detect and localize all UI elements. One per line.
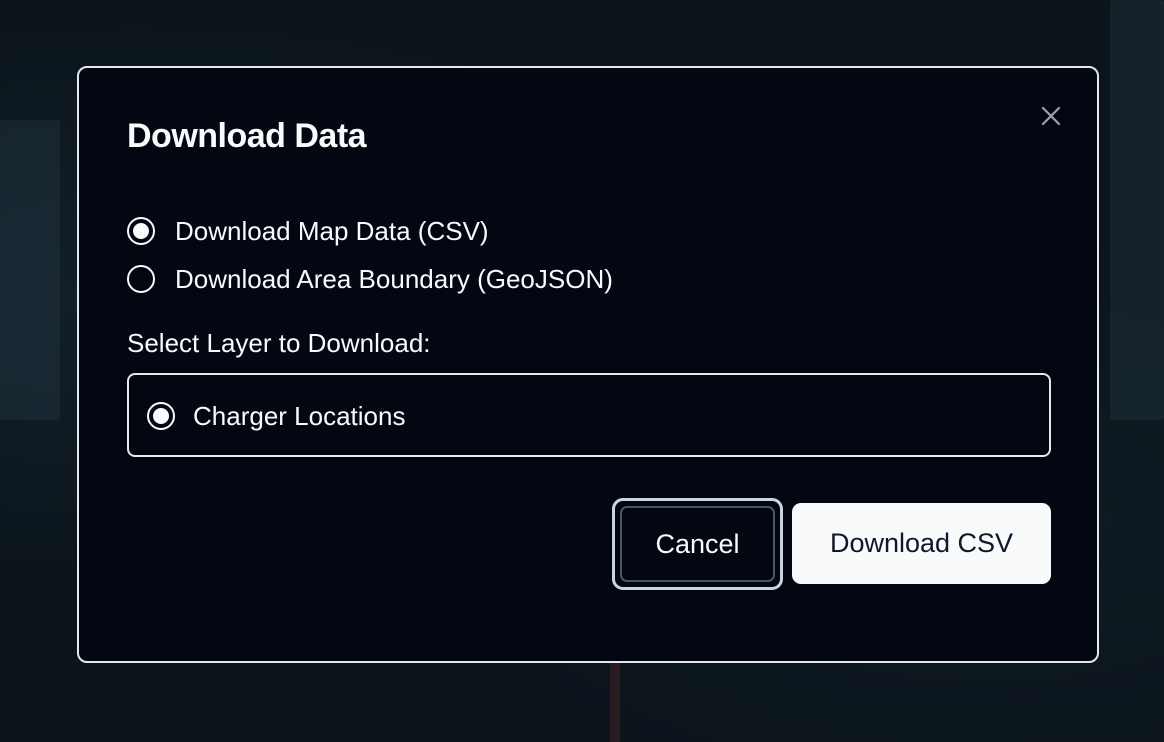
layer-option-label: Charger Locations xyxy=(193,401,406,431)
close-icon xyxy=(1041,106,1061,126)
backdrop-route-line xyxy=(610,660,620,742)
download-data-dialog: Download Data Download Map Data (CSV) Do… xyxy=(77,66,1099,663)
cancel-button-label: Cancel xyxy=(620,506,775,582)
backdrop-panel xyxy=(1110,0,1164,420)
radio-unselected-icon[interactable] xyxy=(127,265,155,293)
format-option-csv[interactable]: Download Map Data (CSV) xyxy=(127,216,489,246)
download-csv-button[interactable]: Download CSV xyxy=(792,503,1051,584)
close-button[interactable] xyxy=(1039,104,1063,128)
dialog-title: Download Data xyxy=(127,117,367,155)
format-option-label: Download Area Boundary (GeoJSON) xyxy=(175,264,613,294)
radio-selected-icon[interactable] xyxy=(127,217,155,245)
layer-list: Charger Locations xyxy=(127,373,1051,457)
radio-selected-icon[interactable] xyxy=(147,402,175,430)
layer-option-charger-locations[interactable]: Charger Locations xyxy=(147,401,405,431)
backdrop-panel xyxy=(0,120,60,420)
format-option-label: Download Map Data (CSV) xyxy=(175,216,489,246)
layer-section-label: Select Layer to Download: xyxy=(127,328,431,358)
cancel-button[interactable]: Cancel xyxy=(612,498,783,590)
format-option-geojson[interactable]: Download Area Boundary (GeoJSON) xyxy=(127,264,613,294)
